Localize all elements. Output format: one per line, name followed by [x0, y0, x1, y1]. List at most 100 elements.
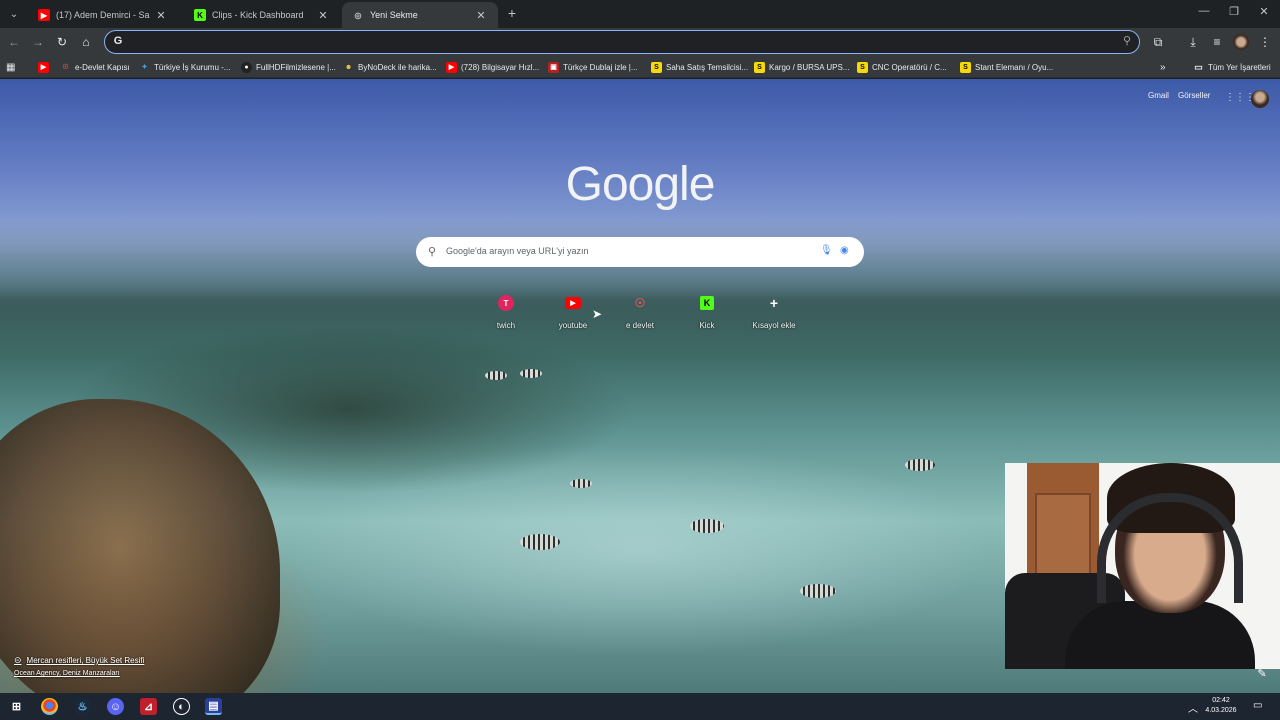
microphone-icon[interactable]: 🎙 — [820, 245, 833, 257]
close-tab-icon[interactable]: ✕ — [474, 9, 488, 22]
clock[interactable]: 02:42 4.03.2026 — [1198, 696, 1244, 716]
search-icon[interactable]: ⚲ — [1123, 34, 1131, 47]
tab-title: (17) Adem Demirci - Sabır Lazım — [56, 10, 150, 20]
tab-kick[interactable]: K Clips - Kick Dashboard ✕ — [184, 2, 340, 28]
gmail-link[interactable]: Gmail — [1148, 91, 1169, 100]
film-icon: ● — [241, 61, 252, 73]
youtube-icon: ▶ — [38, 61, 49, 73]
menu-icon[interactable]: ⋮ — [1257, 34, 1273, 50]
reading-list-icon[interactable]: ≡ — [1209, 34, 1225, 50]
bookmark-item[interactable]: ☉ e-Devlet Kapısı — [60, 60, 130, 74]
extensions-icon[interactable]: ⧉ — [1150, 34, 1166, 50]
background-fish — [485, 371, 507, 380]
bookmark-item[interactable]: ● FullHDFilmizlesene |... — [241, 60, 336, 74]
images-link[interactable]: Görseller — [1178, 91, 1210, 100]
edevlet-icon: ☉ — [634, 296, 646, 310]
close-window-icon[interactable]: ✕ — [1254, 5, 1274, 18]
youtube-icon: ▶ — [38, 9, 50, 21]
dublaj-icon: ▣ — [548, 61, 559, 73]
bookmark-label: CNC Operatörü / C... — [872, 62, 947, 72]
bookmark-label: Türkiye İş Kurumu -... — [154, 62, 231, 72]
chrome-icon[interactable] — [41, 698, 58, 715]
all-bookmarks-folder[interactable]: ▭ Tüm Yer İşaretleri — [1193, 60, 1271, 74]
close-tab-icon[interactable]: ✕ — [316, 9, 330, 22]
account-avatar[interactable] — [1251, 90, 1269, 108]
bookmark-item[interactable]: S Stant Elemanı / Oyu... — [960, 60, 1053, 74]
windows-start-icon[interactable]: ⊞ — [8, 698, 25, 715]
steam-icon[interactable]: ♨ — [74, 698, 91, 715]
tray-chevron-icon[interactable]: ︿ — [1188, 700, 1198, 715]
clock-time: 02:42 — [1212, 697, 1230, 704]
bookmark-item[interactable]: S CNC Operatörü / C... — [857, 60, 947, 74]
bookmark-label: (728) Bilgisayar Hızl... — [461, 62, 540, 72]
webcam-overlay — [1005, 463, 1280, 669]
tab-title: Yeni Sekme — [370, 10, 418, 20]
back-icon[interactable]: ← — [6, 34, 22, 50]
forward-icon[interactable]: → — [30, 34, 46, 50]
edevlet-icon: ☉ — [62, 64, 69, 71]
kick-icon: K — [194, 9, 206, 21]
clock-date: 4.03.2026 — [1205, 707, 1237, 714]
add-shortcut-button[interactable]: + Kısayol ekle — [746, 291, 802, 330]
s-icon: S — [651, 61, 662, 73]
plus-icon: + — [769, 295, 779, 311]
tab-search-icon[interactable]: ⌄ — [6, 6, 22, 22]
youtube-icon: ▶ — [565, 297, 581, 309]
obs-icon[interactable]: ◐ — [173, 698, 190, 715]
minimize-icon[interactable]: — — [1194, 5, 1214, 17]
bookmark-label: Kargo / BURSA UPS... — [769, 62, 850, 72]
app-red-icon[interactable]: ⊿ — [140, 698, 157, 715]
bookmark-label: FullHDFilmizlesene |... — [256, 62, 336, 72]
bookmark-item[interactable]: S Kargo / BURSA UPS... — [754, 60, 849, 74]
s-icon: S — [754, 61, 765, 73]
search-placeholder[interactable]: Google'da arayın veya URL'yi yazın — [446, 246, 589, 256]
shortcut-label: e devlet — [625, 321, 655, 330]
shortcut-label: Kısayol ekle — [752, 321, 796, 330]
new-tab-button[interactable]: + — [504, 5, 520, 21]
download-icon[interactable]: ⤓ — [1185, 34, 1201, 50]
close-tab-icon[interactable]: ✕ — [154, 9, 168, 22]
bookmark-label: e-Devlet Kapısı — [75, 62, 130, 72]
google-lens-icon[interactable]: ◉ — [840, 245, 852, 257]
bookmark-item[interactable]: ▶ (728) Bilgisayar Hızl... — [446, 60, 539, 74]
discord-icon[interactable]: ☺ — [107, 698, 124, 715]
shortcut-edevlet[interactable]: ☉ e devlet — [612, 291, 668, 330]
google-apps-icon[interactable]: ⋮⋮⋮ — [1225, 92, 1255, 103]
link-icon: ⊝ — [14, 655, 22, 665]
profile-avatar[interactable] — [1233, 34, 1249, 50]
home-icon[interactable]: ⌂ — [78, 34, 94, 50]
bookmark-item[interactable]: S Saha Satış Temsilcisi... — [651, 60, 748, 74]
maximize-icon[interactable]: ❐ — [1224, 5, 1244, 18]
shortcut-kick[interactable]: K Kick — [679, 291, 735, 330]
background-fish — [690, 519, 724, 533]
notification-icon[interactable]: ▭ — [1253, 700, 1262, 711]
bookmark-item[interactable]: ✦ Türkiye İş Kurumu -... — [139, 60, 231, 74]
bookmark-item[interactable]: ▣ Türkçe Dublaj izle |... — [548, 60, 638, 74]
background-fish — [520, 369, 542, 378]
customize-pencil-icon[interactable]: ✎ — [1254, 667, 1270, 683]
tab-title: Clips - Kick Dashboard — [212, 10, 304, 20]
ntp-search-box[interactable]: ⚲ Google'da arayın veya URL'yi yazın 🎙 ◉ — [416, 237, 864, 267]
address-bar[interactable]: G ⚲ — [104, 30, 1140, 54]
credit-author-link[interactable]: Ocean Agency, Deniz Manzaraları — [14, 670, 144, 677]
bynodeck-icon: ☻ — [344, 63, 353, 71]
google-logo: Google — [565, 158, 716, 211]
tab-youtube[interactable]: ▶ (17) Adem Demirci - Sabır Lazım ✕ — [28, 2, 178, 28]
credit-title-link[interactable]: ⊝ Mercan resifleri, Büyük Set Resifi — [14, 655, 144, 666]
kick-icon: K — [700, 296, 714, 310]
more-bookmarks-icon[interactable]: » — [1160, 60, 1166, 74]
shortcut-twich[interactable]: T twich — [478, 291, 534, 330]
bookmark-item[interactable]: ☻ ByNoDeck ile harika... — [343, 60, 437, 74]
app-blue-icon[interactable]: ▤ — [205, 698, 222, 715]
background-fish — [800, 584, 836, 598]
background-fish — [905, 459, 935, 471]
tab-new-tab[interactable]: ◎ Yeni Sekme ✕ — [342, 2, 498, 28]
apps-grid-icon[interactable]: ▦ — [6, 60, 15, 74]
google-g-icon: G — [113, 35, 123, 47]
bookmark-youtube[interactable]: ▶ — [38, 60, 53, 74]
bookmark-label: Tüm Yer İşaretleri — [1208, 62, 1271, 72]
shortcut-label: youtube — [558, 321, 588, 330]
chrome-icon: ◎ — [354, 10, 362, 20]
tab-strip: ⌄ ▶ (17) Adem Demirci - Sabır Lazım ✕ K … — [0, 0, 1280, 28]
reload-icon[interactable]: ↻ — [54, 34, 70, 50]
